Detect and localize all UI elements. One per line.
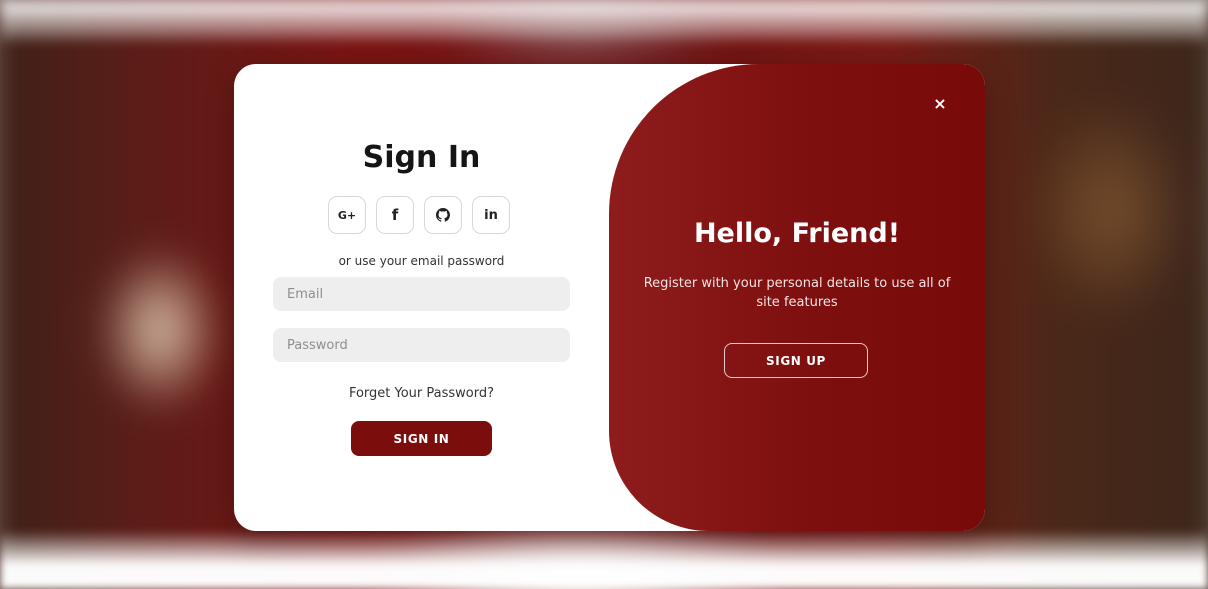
signin-form: Sign In G+ f in or use your email passwo… <box>234 64 609 531</box>
github-icon <box>436 208 450 222</box>
facebook-button[interactable]: f <box>376 196 414 234</box>
sign-up-button[interactable]: SIGN UP <box>724 343 868 378</box>
linkedin-button[interactable]: in <box>472 196 510 234</box>
forgot-password-link[interactable]: Forget Your Password? <box>234 386 609 401</box>
close-button[interactable]: × <box>928 92 952 116</box>
facebook-icon: f <box>391 206 399 224</box>
panel-title: Hello, Friend! <box>693 218 901 249</box>
google-plus-button[interactable]: G+ <box>328 196 366 234</box>
signup-panel: × Hello, Friend! Register with your pers… <box>609 64 985 531</box>
panel-description: Register with your personal details to u… <box>643 276 951 310</box>
linkedin-icon: in <box>484 207 498 223</box>
github-button[interactable] <box>424 196 462 234</box>
sign-in-button[interactable]: SIGN IN <box>351 421 492 456</box>
email-login-hint: or use your email password <box>338 254 505 268</box>
signin-title: Sign In <box>362 140 481 175</box>
social-buttons: G+ f in <box>328 196 518 236</box>
email-field[interactable] <box>273 277 570 311</box>
password-field[interactable] <box>273 328 570 362</box>
google-plus-icon: G+ <box>337 208 357 222</box>
auth-modal: Sign In G+ f in or use your email passwo… <box>234 64 985 531</box>
background-top-fade <box>0 0 1208 40</box>
background-bottom-fade <box>0 530 1208 589</box>
